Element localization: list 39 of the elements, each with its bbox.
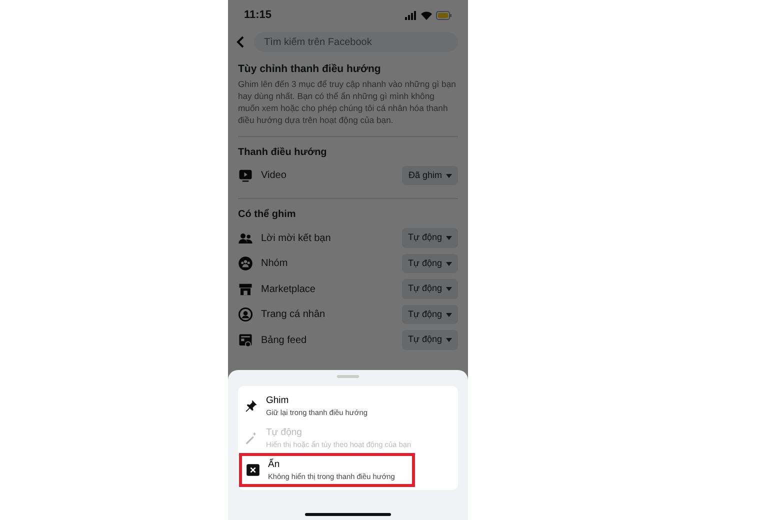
caret-icon (446, 287, 452, 291)
status-time: 11:15 (244, 8, 272, 23)
close-icon (246, 463, 260, 477)
group-icon (238, 256, 253, 271)
people-icon (238, 230, 253, 246)
feed-icon (238, 332, 253, 348)
back-icon (236, 36, 246, 48)
description-text: Ghim lên đến 3 mục để truy cập nhanh vào những gì bạn hay dùng nhất. Bạn có thể ẩn những gì mình không muốn xem hoặc cho phép chúng tôi cá nhân hóa thanh điều hướng dựa trên hoạt động của bạn. (238, 78, 457, 126)
caret-icon (446, 312, 452, 316)
caret-icon (446, 262, 452, 266)
battery-icon (436, 10, 452, 20)
signal-icon (405, 10, 417, 20)
item-label: Marketplace (261, 282, 316, 296)
item-label: Video (261, 169, 288, 183)
magic-wand-icon (244, 431, 258, 445)
video-icon (238, 168, 253, 183)
status-dropdown[interactable]: Đã ghim (402, 166, 458, 186)
status-dropdown[interactable]: Tự động (402, 279, 458, 299)
search-field[interactable]: Tìm kiếm trên Facebook (254, 32, 458, 52)
caret-icon (446, 174, 452, 178)
section-title: Có thể ghim (238, 208, 297, 222)
wifi-icon (421, 10, 432, 20)
caret-icon (446, 236, 452, 240)
item-label: Nhóm (261, 257, 289, 271)
item-label: Bảng feed (261, 334, 308, 348)
pin-icon (244, 399, 258, 413)
back-button[interactable] (236, 36, 246, 48)
shop-icon (238, 282, 253, 296)
caret-icon (446, 338, 452, 342)
status-dropdown[interactable]: Tự động (402, 228, 458, 248)
status-dropdown[interactable]: Tự động (402, 330, 458, 350)
item-label: Lời mời kết bạn (261, 232, 332, 246)
section-title: Thanh điều hướng (238, 146, 328, 160)
section-title: Tùy chỉnh thanh điều hướng (238, 62, 382, 77)
status-dropdown[interactable]: Tự động (402, 304, 458, 324)
item-label: Trang cá nhân (261, 308, 326, 322)
status-dropdown[interactable]: Tự động (402, 254, 458, 274)
profile-icon (238, 307, 253, 322)
sheet-handle[interactable] (337, 375, 359, 378)
